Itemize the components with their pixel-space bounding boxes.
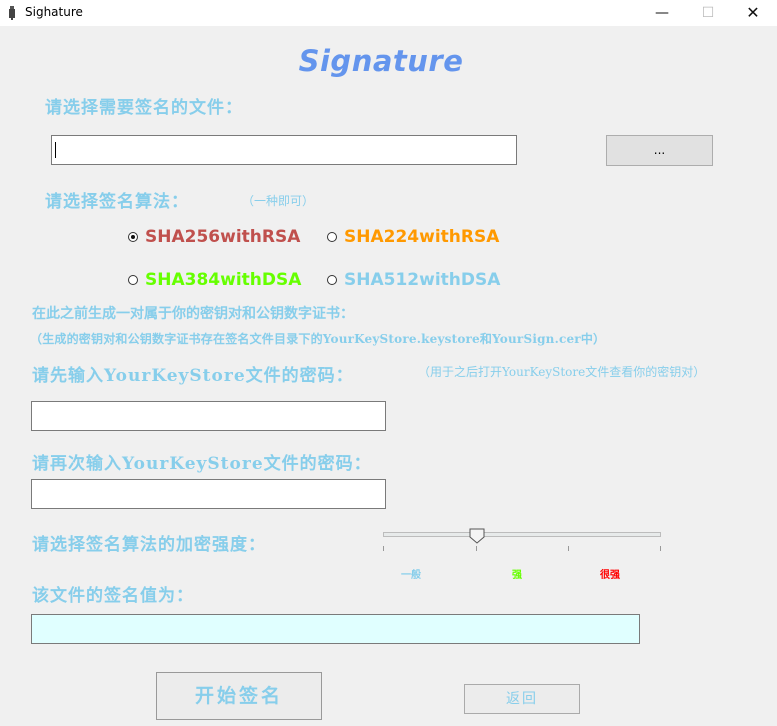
close-button[interactable]: ✕ (730, 0, 776, 26)
keypair-info-line2: （生成的密钥对和公钥数字证书存在签名文件目录下的YourKeyStore.key… (30, 332, 606, 346)
radio-indicator (327, 275, 337, 285)
radio-label: SHA512withDSA (344, 270, 501, 290)
window-title: Sighature (25, 5, 83, 19)
strength-slider-thumb[interactable] (469, 528, 485, 544)
title-bar: Sighature — ☐ ✕ (0, 0, 777, 26)
radio-selected-indicator (128, 232, 138, 242)
start-signing-button[interactable]: 开始签名 (156, 672, 322, 720)
file-path-input[interactable] (51, 135, 517, 165)
slider-tick (476, 546, 477, 551)
keypair-info-line1: 在此之前生成一对属于你的密钥对和公钥数字证书： (32, 306, 354, 322)
strength-level-very-strong: 很强 (600, 570, 620, 581)
password-hint: （用于之后打开YourKeyStore文件查看你的密钥对） (418, 365, 706, 379)
text-caret (55, 142, 56, 158)
app-icon (9, 6, 15, 20)
password-label: 请先输入YourKeyStore文件的密码： (32, 366, 354, 386)
radio-indicator (327, 232, 337, 242)
strength-label: 请选择签名算法的加密强度： (32, 535, 266, 555)
algorithm-label: 请选择签名算法： (45, 192, 189, 212)
confirm-password-label: 请再次输入YourKeyStore文件的密码： (32, 454, 372, 474)
strength-level-strong: 强 (512, 570, 522, 581)
file-label: 请选择需要签名的文件： (45, 98, 243, 118)
radio-indicator (128, 275, 138, 285)
maximize-button[interactable]: ☐ (685, 0, 731, 26)
slider-tick (383, 546, 384, 551)
slider-tick (660, 546, 661, 551)
strength-level-normal: 一般 (401, 570, 421, 581)
password-input[interactable] (31, 401, 386, 431)
minimize-button[interactable]: — (639, 0, 685, 26)
radio-label: SHA384withDSA (145, 270, 302, 290)
confirm-password-input[interactable] (31, 479, 386, 509)
radio-label: SHA256withRSA (145, 227, 301, 247)
strength-slider-track[interactable] (383, 532, 661, 537)
algorithm-hint: （一种即可） (242, 194, 315, 208)
page-heading: Signature (298, 44, 464, 78)
signature-value-label: 该文件的签名值为： (32, 586, 194, 606)
slider-tick (568, 546, 569, 551)
signature-value-field[interactable] (31, 614, 640, 644)
radio-label: SHA224withRSA (344, 227, 500, 247)
browse-button[interactable]: ... (606, 135, 713, 166)
back-button[interactable]: 返回 (464, 684, 580, 714)
